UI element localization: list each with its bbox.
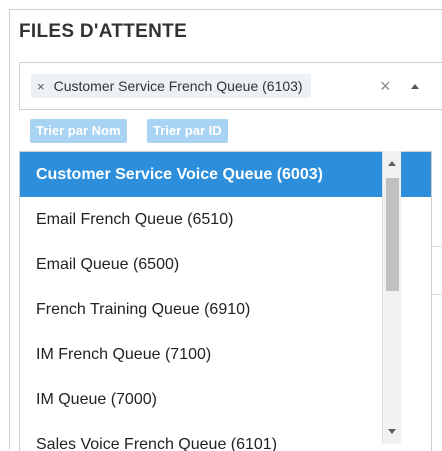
collapse-arrow-icon[interactable]: [411, 84, 419, 89]
option-item[interactable]: Email Queue (6500): [20, 242, 431, 287]
list-scrollbar[interactable]: [382, 151, 401, 444]
clear-selection-icon[interactable]: ×: [380, 76, 391, 96]
scroll-up-arrow-icon[interactable]: [388, 161, 396, 166]
selected-queue-label: Customer Service French Queue (6103): [53, 78, 303, 94]
sort-by-id-button[interactable]: Trier par ID: [147, 119, 228, 143]
queue-multiselect[interactable]: × Customer Service French Queue (6103) ×: [19, 62, 442, 110]
option-item[interactable]: IM Queue (7000): [20, 377, 431, 422]
queue-options-list: Customer Service Voice Queue (6003) Emai…: [19, 151, 432, 451]
selected-queue-tag: × Customer Service French Queue (6103): [31, 74, 311, 98]
option-item[interactable]: French Training Queue (6910): [20, 287, 431, 332]
remove-tag-icon[interactable]: ×: [37, 79, 45, 94]
panel-title: FILES D'ATTENTE: [19, 21, 188, 42]
sort-by-name-button[interactable]: Trier par Nom: [30, 119, 127, 143]
option-item[interactable]: IM French Queue (7100): [20, 332, 431, 377]
option-item[interactable]: Sales Voice French Queue (6101): [20, 422, 431, 451]
scrollbar-thumb[interactable]: [386, 178, 399, 291]
option-item[interactable]: Customer Service Voice Queue (6003): [20, 152, 431, 197]
scroll-down-arrow-icon[interactable]: [388, 429, 396, 434]
option-item[interactable]: Email French Queue (6510): [20, 197, 431, 242]
